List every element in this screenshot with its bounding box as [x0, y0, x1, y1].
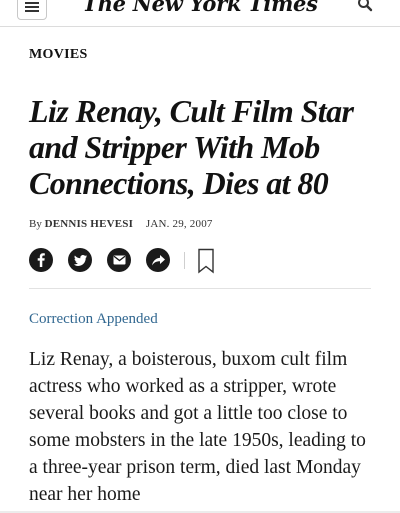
author-name[interactable]: DENNIS HEVESI	[45, 218, 134, 230]
section-divider	[29, 288, 371, 289]
twitter-share-button[interactable]	[68, 248, 92, 272]
save-article-button[interactable]	[197, 248, 215, 274]
email-share-button[interactable]	[107, 248, 131, 272]
article-body: Liz Renay, a boisterous, buxom cult film…	[29, 349, 366, 505]
share-divider	[184, 252, 185, 269]
byline-prefix: By	[29, 218, 42, 230]
masthead-logo[interactable]: The New York Times	[0, 0, 400, 17]
share-icon	[151, 254, 165, 265]
search-icon	[358, 0, 373, 12]
bookmark-icon	[198, 248, 214, 274]
more-share-button[interactable]	[146, 248, 170, 272]
twitter-icon	[73, 254, 87, 266]
search-button[interactable]	[357, 0, 377, 16]
email-icon	[113, 255, 125, 265]
article-headline: Liz Renay, Cult Film Star and Stripper W…	[29, 93, 354, 201]
section-label[interactable]: MOVIES	[29, 47, 88, 63]
facebook-icon	[37, 253, 45, 267]
facebook-share-button[interactable]	[29, 248, 53, 272]
top-bar: The New York Times	[0, 0, 400, 27]
publish-date: JAN. 29, 2007	[145, 218, 213, 230]
correction-appended-link[interactable]: Correction Appended	[29, 311, 158, 328]
byline: By DENNIS HEVESI JAN. 29, 2007	[29, 218, 213, 230]
